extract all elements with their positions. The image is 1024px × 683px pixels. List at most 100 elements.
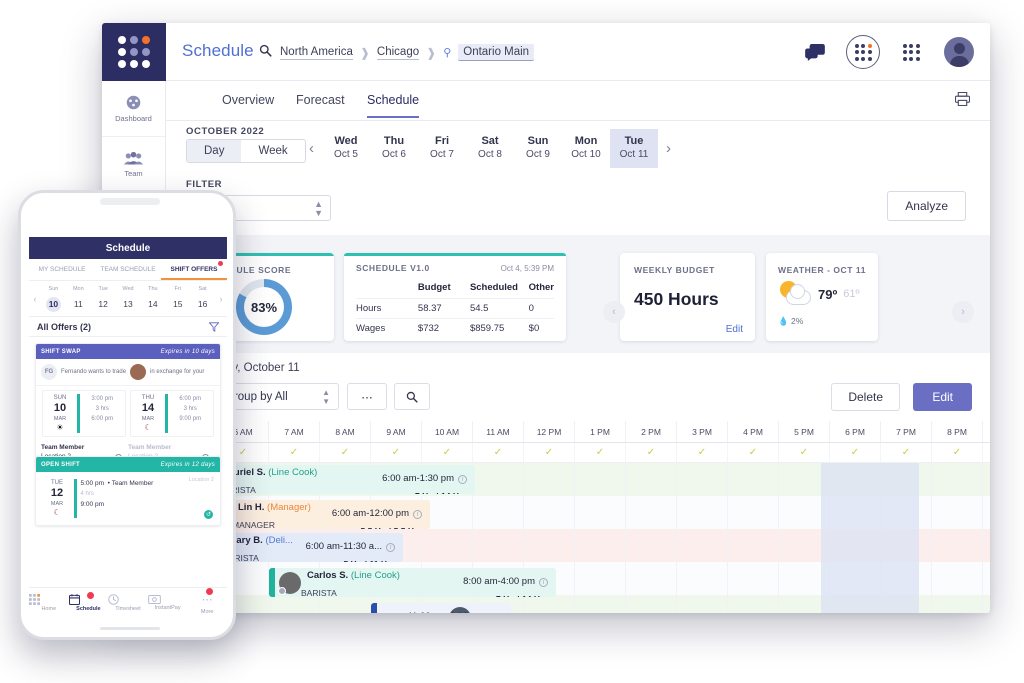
phone-day-cell[interactable]: Mon11 [66, 285, 91, 312]
delete-button[interactable]: Delete [831, 383, 900, 411]
search-icon[interactable] [259, 44, 272, 57]
budget-edit-link[interactable]: Edit [726, 324, 743, 335]
hour-label: 3 PM [676, 421, 727, 442]
search-icon[interactable] [394, 383, 430, 410]
weather-precipitation: 💧 2% [778, 316, 868, 327]
open-shift-card[interactable]: OPEN SHIFT Expires in 12 days TUE 12 MAR… [35, 456, 221, 526]
check-icon: ✓ [574, 443, 625, 462]
breadcrumb-city[interactable]: Chicago [377, 46, 419, 60]
sidebar-item-dashboard[interactable]: Dashboard [102, 81, 165, 137]
tab-forecast[interactable]: Forecast [296, 93, 345, 107]
view-week-button[interactable]: Week [241, 140, 304, 162]
breadcrumb-region[interactable]: North America [280, 46, 353, 60]
day-num: 12 [96, 297, 111, 312]
info-icon[interactable]: i [413, 510, 422, 519]
phone-day-cell[interactable]: Sun10 [41, 285, 66, 312]
shift-block[interactable]: Carlos S. (Line Cook) BARISTA 8:00 am-4:… [269, 568, 556, 597]
nav-item-home[interactable]: Home [29, 594, 69, 612]
apps-grid-icon[interactable] [846, 35, 880, 69]
phone-day-cell[interactable]: Tue12 [91, 285, 116, 312]
nav-item-more[interactable]: ⋯ More [187, 590, 227, 615]
shift-swap-card-header: SHIFT SWAP Expires in 10 days [36, 344, 220, 359]
day-num: 16 [195, 297, 210, 312]
shift-start: 6:00 pm [168, 394, 214, 404]
weekly-budget-card[interactable]: WEEKLY BUDGET 450 Hours Edit [620, 253, 755, 341]
shift-block[interactable]: 11:00 am-3:00 pmi 3.5 Hrs| 13 Hrs [371, 603, 511, 613]
day-date: Oct 7 [418, 148, 466, 161]
phone-day-cell[interactable]: Fri15 [165, 285, 190, 312]
swap-shift-left[interactable]: SUN 10 MAR ☀ 3:00 pm 3 hrs 6:00 pm [42, 390, 126, 437]
tab-schedule[interactable]: Schedule [367, 93, 419, 118]
sidebar-item-team[interactable]: Team [102, 137, 165, 193]
col-other: Other [529, 280, 554, 299]
tab-shift-offers[interactable]: SHIFT OFFERS [161, 259, 227, 280]
schedule-version-card[interactable]: SCHEDULE V1.0 Oct 4, 5:39 PM Budget Sche… [344, 253, 566, 341]
version-table: Budget Scheduled Other Hours 58.37 54.5 … [356, 280, 554, 338]
avatar[interactable] [942, 35, 976, 69]
shift-date: TUE 12 MAR ☾ [40, 476, 74, 521]
precip-value: 2% [791, 316, 803, 326]
view-day-button[interactable]: Day [187, 140, 241, 162]
shift-start: 3:00 pm [80, 394, 126, 404]
hour-label: 2 PM [625, 421, 676, 442]
schedule-toolbar: for Tuesday, October 11 👍 Group by All ▲… [166, 353, 990, 421]
shift-time: 11:00 am-3:00 pm [408, 611, 484, 613]
cards-prev-button[interactable]: ‹ [603, 301, 625, 323]
ellipsis-icon[interactable]: ⋯ [347, 383, 387, 410]
location-label: Location 2 [189, 477, 214, 483]
hour-label: 6 PM [829, 421, 880, 442]
nav-item-instantpay[interactable]: InstantPay [148, 595, 188, 611]
shift-swap-card[interactable]: SHIFT SWAP Expires in 10 days FG Fernand… [35, 343, 221, 467]
next-week-button[interactable]: › [658, 140, 679, 157]
day-cell-selected[interactable]: TueOct 11 [610, 129, 658, 168]
swap-shift-right[interactable]: THU 14 MAR ☾ 6:00 pm 3 hrs 9:00 pm [130, 390, 214, 437]
info-icon[interactable]: i [539, 578, 548, 587]
cards-next-button[interactable]: › [952, 301, 974, 323]
check-icon: ✓ [421, 443, 472, 462]
analyze-button[interactable]: Analyze [887, 191, 966, 221]
tab-team-schedule[interactable]: TEAM SCHEDULE [95, 259, 161, 280]
prev-week-icon[interactable]: ‹ [29, 294, 41, 304]
row-label: Wages [356, 319, 418, 339]
filter-icon[interactable] [209, 322, 219, 332]
hour-label: 8 AM [319, 421, 370, 442]
nav-item-schedule[interactable]: Schedule [69, 594, 109, 612]
info-icon[interactable]: i [386, 543, 395, 552]
phone-day-cell[interactable]: Thu14 [140, 285, 165, 312]
grid-menu-icon[interactable] [894, 35, 928, 69]
info-icon[interactable]: i [458, 475, 467, 484]
next-week-icon[interactable]: › [215, 294, 227, 304]
day-cell[interactable]: SunOct 9 [514, 129, 562, 168]
card-timestamp: Oct 4, 5:39 PM [501, 264, 554, 273]
day-cell[interactable]: WedOct 5 [322, 129, 370, 168]
stepper-icon: ▲▼ [314, 200, 323, 218]
app-logo[interactable] [102, 23, 166, 81]
chevron-right-icon: ❱ [360, 46, 370, 60]
day-cell[interactable]: ThuOct 6 [370, 129, 418, 168]
open-shift-card-header: OPEN SHIFT Expires in 12 days [36, 457, 220, 472]
day-cell[interactable]: FriOct 7 [418, 129, 466, 168]
prev-week-button[interactable]: ‹ [301, 140, 322, 157]
tab-my-schedule[interactable]: MY SCHEDULE [29, 259, 95, 280]
coverage-check-row: ✓ ✓ ✓ ✓ ✓ ✓ ✓ ✓ ✓ ✓ ✓ ✓ ✓ ✓ ✓ ✓ ✓ ✓ ✓ ✓ [166, 443, 990, 463]
chevron-right-icon: ❱ [426, 46, 436, 60]
phone-day-cell[interactable]: Sat16 [190, 285, 215, 312]
weather-card[interactable]: WEATHER - OCT 11 79º 61º 💧 2% [766, 253, 878, 341]
day-date: Oct 10 [562, 148, 610, 161]
swap-from-text: Fernando wants to trade [61, 368, 126, 376]
accept-shift-button[interactable]: ↺ [204, 510, 213, 519]
chat-icon[interactable] [798, 35, 832, 69]
printer-icon[interactable] [955, 92, 970, 106]
phone-day-cell[interactable]: Wed13 [116, 285, 141, 312]
tab-overview[interactable]: Overview [222, 93, 274, 107]
shift-name: Lin H. [238, 502, 264, 513]
breadcrumb-location[interactable]: Ontario Main [458, 44, 534, 61]
day-cell[interactable]: MonOct 10 [562, 129, 610, 168]
edit-button[interactable]: Edit [913, 383, 972, 411]
shift-name: Carlos S. [307, 570, 348, 581]
day-cell[interactable]: SatOct 8 [466, 129, 514, 168]
shift-times: 6:00 pm 3 hrs 9:00 pm [168, 391, 214, 436]
nav-item-timesheet[interactable]: Timesheet [108, 594, 148, 612]
table-row: Wages $732 $859.75 $0 [356, 319, 554, 339]
check-icon: ✓ [268, 443, 319, 462]
